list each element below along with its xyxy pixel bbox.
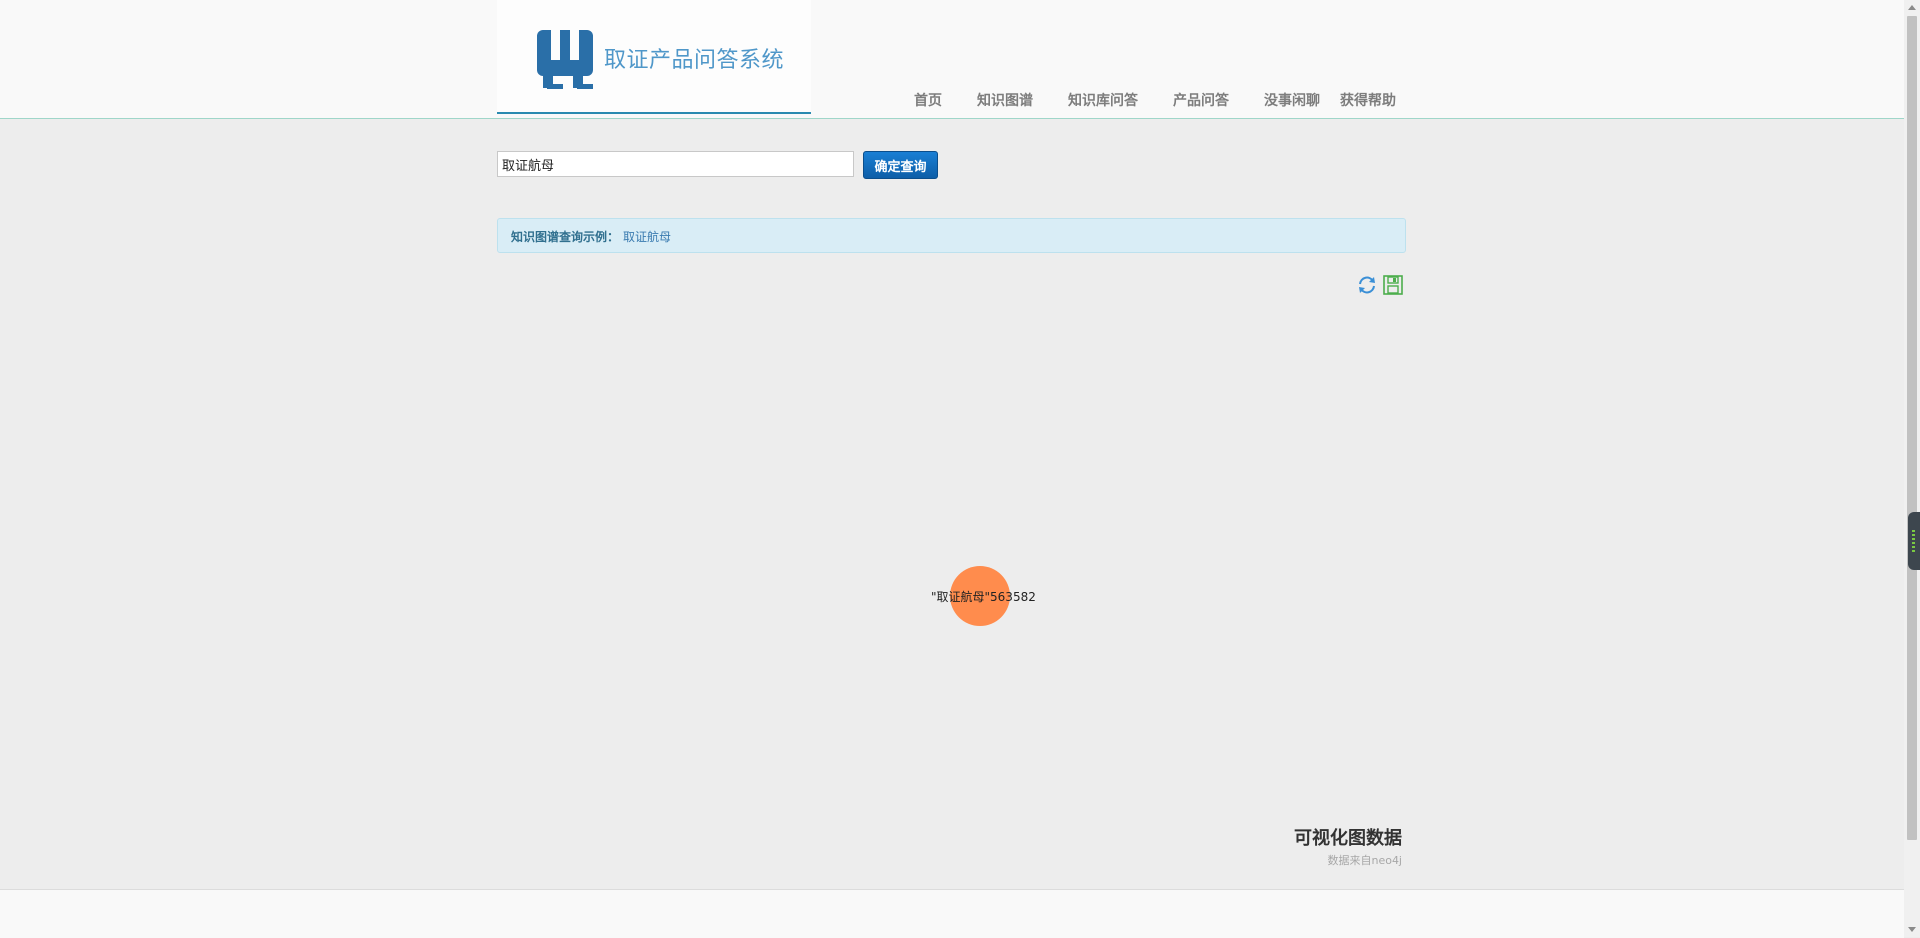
- scroll-up-icon[interactable]: [1908, 5, 1916, 10]
- scrollbar[interactable]: [1904, 0, 1920, 937]
- nav-product-qa[interactable]: 产品问答: [1173, 90, 1229, 110]
- header: 取证产品问答系统 首页 知识图谱 知识库问答 产品问答 没事闲聊 获得帮助: [0, 0, 1904, 119]
- scroll-down-icon[interactable]: [1908, 927, 1916, 932]
- search-button[interactable]: 确定查询: [863, 151, 938, 179]
- graph-node-label: "取证航母"563582: [931, 590, 1036, 604]
- nav-help[interactable]: 获得帮助: [1340, 90, 1396, 110]
- graph-title: 可视化图数据: [1294, 828, 1402, 849]
- footer: [0, 889, 1904, 938]
- search-input[interactable]: [497, 151, 854, 177]
- save-icon[interactable]: [1382, 274, 1404, 296]
- logo-mark-icon: [537, 30, 593, 89]
- side-widget-tab[interactable]: [1908, 512, 1920, 570]
- example-link[interactable]: 取证航母: [623, 228, 671, 245]
- refresh-icon[interactable]: [1356, 274, 1378, 296]
- nav-knowledge-graph[interactable]: 知识图谱: [977, 90, 1033, 110]
- scroll-thumb[interactable]: [1907, 16, 1917, 840]
- nav-kb-qa[interactable]: 知识库问答: [1068, 90, 1138, 110]
- grip-icon: [1912, 530, 1915, 552]
- alert-label: 知识图谱查询示例：: [511, 230, 620, 244]
- logo[interactable]: 取证产品问答系统: [497, 0, 811, 114]
- logo-text: 取证产品问答系统: [604, 48, 785, 73]
- nav-chat[interactable]: 没事闲聊: [1264, 90, 1320, 110]
- nav-home[interactable]: 首页: [914, 90, 942, 110]
- example-alert: 知识图谱查询示例： 取证航母: [497, 218, 1406, 253]
- graph-source: 数据来自neo4j: [1327, 854, 1402, 867]
